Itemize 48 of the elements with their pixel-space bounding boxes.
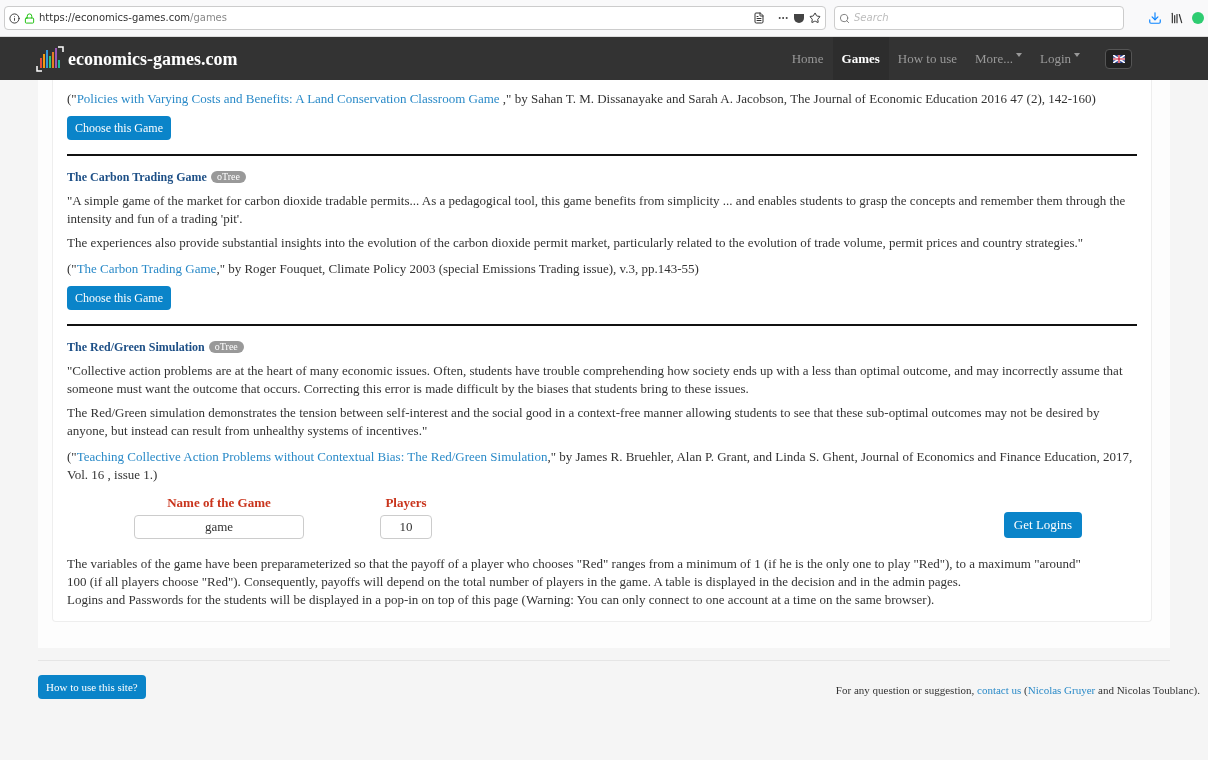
- address-bar[interactable]: https://economics-games.com/games: [4, 6, 826, 30]
- nav-link[interactable]: How to use: [888, 37, 966, 80]
- citation-text: ("Teaching Collective Action Problems without Contextual Bias: The Red/Green Simulation," by James R. Bruehler, Alan P. Grant, and Linda S. Ghent, Journal of Economics and Finance Education, 2017, Vol. 16 , issue 1.): [67, 448, 1134, 484]
- description-paragraph: The Red/Green simulation demonstrates the tension between self-interest and the social good in a context-free manner allowing students to see that these sub-optimal outcomes may not be desired by anyone, but instead can result from unhealthy systems of incentives.": [67, 404, 1101, 440]
- game-title: The Carbon Trading Game: [67, 169, 207, 186]
- otree-badge: oTree: [210, 171, 246, 183]
- lock-icon: [24, 12, 35, 24]
- search-icon: [839, 12, 850, 24]
- download-icon[interactable]: [1148, 11, 1162, 25]
- search-field[interactable]: Search: [834, 6, 1124, 30]
- pocket-icon[interactable]: [793, 12, 805, 24]
- description-paragraph: "Collective action problems are at the heart of many economic issues. Often, students have trouble comprehending how society ends up with a less than optimal outcome, and may incorrectly assume that someone must want the outcome that occurs. Correcting this error is made difficult by the biases that students bring to these issues.: [67, 362, 1124, 398]
- bar-chart-logo-icon: [36, 43, 64, 74]
- citation-text: ("The Carbon Trading Game," by Roger Fouquet, Climate Policy 2003 (special Emissions Trading issue), v.3, pp.143-55): [67, 260, 700, 278]
- citation-link[interactable]: Teaching Collective Action Problems without Contextual Bias: The Red/Green Simulation: [76, 449, 548, 464]
- info-icon: [9, 12, 20, 24]
- uk-flag-icon: [1112, 54, 1125, 63]
- form-input-field[interactable]: 10: [380, 515, 432, 539]
- nav-link[interactable]: More...: [966, 37, 1031, 80]
- contact-text: For any question or suggestion, contact us (Nicolas Gruyer and Nicolas Toublanc).: [835, 683, 1200, 698]
- note-paragraph: The variables of the game have been preparameterized so that the payoff of a player who chooses "Red" ranges from a minimum of 1 (if he is the only one to play "Red"), to a maximum "around" 100 (if all players choose "Red"). Consequently, payoffs will depend on the total number of players in the game. A table is displayed in the decision and in the admin pages.: [67, 555, 1082, 591]
- citation-link[interactable]: The Carbon Trading Game: [76, 261, 217, 276]
- get-logins-button[interactable]: Get Logins: [1003, 512, 1082, 538]
- choose-game-button[interactable]: Choose this Game: [67, 286, 171, 310]
- search-input[interactable]: Search: [854, 9, 1119, 27]
- choose-game-button[interactable]: Choose this Game: [67, 116, 171, 140]
- nav-link[interactable]: Login: [1030, 37, 1089, 80]
- game-title: The Red/Green Simulation: [67, 339, 205, 356]
- language-flag-button[interactable]: [1105, 48, 1132, 69]
- library-icon[interactable]: [1170, 11, 1184, 25]
- help-button[interactable]: How to use this site?: [38, 675, 146, 699]
- url-text: https://economics-games.com/games: [39, 11, 227, 25]
- note-paragraph: Logins and Passwords for the students will be displayed in a pop-in on top of this page (Warning: You can only connect to one account at a time on the same browser).: [67, 591, 936, 609]
- contact-link[interactable]: contact us: [977, 684, 1022, 696]
- citation-link[interactable]: Policies with Varying Costs and Benefits: A Land Conservation Classroom Game: [76, 91, 503, 106]
- field-label: Name of the Game: [167, 494, 271, 512]
- description-paragraph: "A simple game of the market for carbon dioxide tradable permits... As a pedagogical tool, this game benefits from simplicity ... and enables students to grasp the concepts and remember them through the intensity and fun of a trading 'pit'.: [67, 192, 1127, 228]
- otree-badge: oTree: [208, 341, 244, 353]
- author-link[interactable]: Nicolas Gruyer: [1027, 684, 1096, 696]
- nav-link[interactable]: Home: [782, 37, 833, 80]
- nav-link[interactable]: Games: [832, 37, 889, 80]
- form-input-field[interactable]: game: [134, 515, 304, 539]
- field-label: Players: [385, 494, 427, 512]
- reader-view-icon[interactable]: [753, 12, 765, 24]
- site-brand[interactable]: economics-games.com: [68, 49, 238, 68]
- bookmark-star-icon[interactable]: [809, 12, 821, 24]
- citation-text: ("Policies with Varying Costs and Benefits: A Land Conservation Classroom Game ," by Sahan T. M. Dissanayake and Sarah A. Jacobson, The Journal of Economic Education 2016 47 (2), 142-160): [67, 90, 1097, 108]
- description-paragraph: The experiences also provide substantial insights into the evolution of the carbon dioxide permit market, particularly related to the evolution of trade volume, permit prices and country strategies.": [67, 234, 1085, 252]
